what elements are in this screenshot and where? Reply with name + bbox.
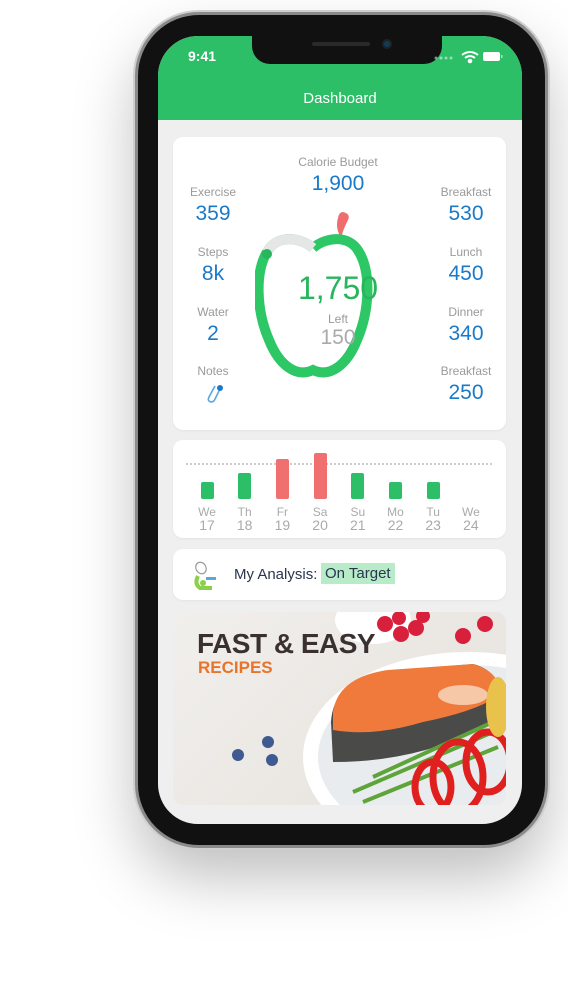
chart-date-label: 23 [425,517,441,533]
dinner-value[interactable]: 340 [426,322,506,346]
chart-date-label: 22 [387,517,404,533]
signal-icon [434,56,453,60]
chart-bar[interactable] [426,482,440,499]
water-label: Water [197,305,229,319]
status-time: 9:41 [188,48,217,64]
chart-bar[interactable] [313,453,327,499]
calorie-budget-label: Calorie Budget [298,155,378,169]
chart-date-label: 24 [463,517,479,533]
notch [252,36,442,64]
lunch-label: Lunch [449,245,483,259]
dinner-label: Dinner [448,305,484,319]
lunch-value[interactable]: 450 [426,262,506,286]
chart-date-label: 20 [312,517,328,533]
left-value: 150 [320,326,356,349]
exercise-label: Exercise [189,185,236,199]
chart-bar[interactable] [238,473,252,499]
banner-title: FAST & EASY [197,628,376,659]
analysis-status-badge: On Target [321,563,395,584]
consumed-value: 1,750 [297,270,379,306]
apple-stem-icon [337,212,349,238]
target-line [186,463,492,465]
analysis-label: My Analysis: [234,566,318,583]
chart-bar[interactable] [389,482,402,499]
chart-date-label: 17 [199,517,215,533]
steps-value[interactable]: 8k [173,262,253,286]
apple-ring-remaining [262,234,317,255]
chart-date-label: 18 [236,517,253,533]
exercise-value[interactable]: 359 [173,202,253,226]
speaker [312,42,370,46]
paperclip-icon[interactable] [205,382,225,404]
breakfast-label: Breakfast [440,185,492,199]
chart-date-label: 21 [350,517,366,533]
page-title: Dashboard [303,90,377,107]
breakfast-value[interactable]: 530 [426,202,506,226]
wifi-icon [461,51,479,64]
notes-label: Notes [197,364,229,378]
left-label: Left [327,312,348,326]
breakfast2-label: Breakfast [440,364,492,378]
calorie-budget-value: 1,900 [311,172,365,195]
chart-bar[interactable] [275,459,289,499]
recipes-banner[interactable]: FAST & EASY RECIPES [173,612,506,805]
steps-label: Steps [197,245,229,259]
breakfast2-value[interactable]: 250 [426,381,506,405]
battery-icon [483,52,503,61]
status-icons [434,51,503,64]
banner-subtitle: RECIPES [198,658,273,677]
water-value[interactable]: 2 [173,322,253,346]
microscope-icon [194,561,216,590]
chart-date-label: 19 [274,517,291,533]
camera [382,39,392,49]
chart-bar[interactable] [351,473,365,499]
chart-bar[interactable] [200,482,214,499]
